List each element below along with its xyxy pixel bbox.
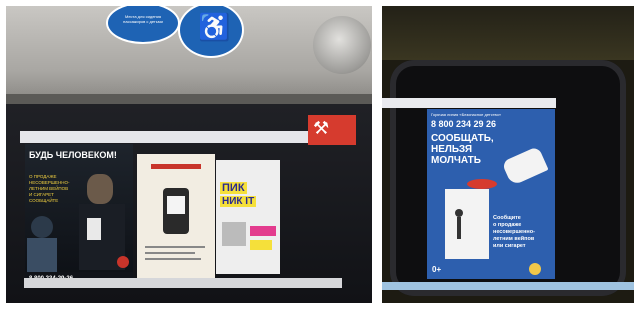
emergency-exit-sign: ⚒ <box>308 115 356 145</box>
age-rating: 0+ <box>432 265 442 274</box>
qr-code <box>222 222 246 246</box>
hammer-icon: ⚒ <box>313 118 330 138</box>
ceiling-edge <box>6 94 372 104</box>
boy-head <box>31 216 53 238</box>
priority-seat-sign-text: Места для сидения пассажиров с детьми <box>123 14 163 24</box>
poster-be-human-title: БУДЬ ЧЕЛОВЕКОМ! <box>29 150 117 160</box>
lower-rail <box>382 282 634 290</box>
poster-qr-phone-banner <box>151 164 201 169</box>
poster-rail <box>382 98 556 108</box>
poster-speak-up: Горячая линия «Безопасное детство» 8 800… <box>427 109 555 279</box>
poster-speak-up-body: Сообщите о продаже несовершенно- летним … <box>493 215 535 249</box>
poster-picnic-it-title-line2: НИК IT <box>220 196 257 207</box>
emblem-logo <box>117 256 129 268</box>
pink-block <box>250 226 276 236</box>
poster-picnic-it-title-line1: ПИК <box>220 182 247 194</box>
poster-speak-up-phone: 8 800 234 29 26 <box>431 119 497 129</box>
left-photo: Места для сидения пассажиров с детьми ♿ … <box>6 6 372 303</box>
yellow-block <box>250 240 272 250</box>
poster-be-human-lines: О ПРОДАЖЕ НЕСОВЕРШЕННО- ЛЕТНИМ ВЕЙПОВ И … <box>29 174 70 203</box>
poster-qr-phone <box>137 154 215 282</box>
text-line <box>145 252 195 254</box>
emblem-logo <box>529 263 541 275</box>
vape-box <box>87 218 101 240</box>
hand-icon <box>501 145 549 187</box>
speaker <box>313 16 371 74</box>
wall <box>382 6 634 60</box>
poster-speak-up-header: Горячая линия «Безопасное детство» <box>431 112 502 117</box>
poster-be-human: БУДЬ ЧЕЛОВЕКОМ! О ПРОДАЖЕ НЕСОВЕРШЕННО- … <box>25 144 133 288</box>
text-line <box>145 258 201 260</box>
smartphone-image <box>163 188 189 234</box>
goat-head <box>87 174 113 204</box>
text-line <box>145 246 205 248</box>
right-photo: Горячая линия «Безопасное детство» 8 800… <box>382 6 634 303</box>
poster-speak-up-headline: СООБЩАТЬ, НЕЛЬЗЯ МОЛЧАТЬ <box>431 133 494 166</box>
person-cane-icon: ♿ <box>198 12 231 42</box>
person-head-icon <box>455 209 463 217</box>
person-body-icon <box>457 217 461 239</box>
box-illustration <box>445 189 489 259</box>
poster-picnic-it: ПИК НИК IT <box>216 160 280 274</box>
qr-code <box>167 196 185 214</box>
lower-rail <box>24 278 342 288</box>
boy-body <box>27 238 57 272</box>
poster-rail <box>20 131 344 143</box>
red-button-icon <box>467 179 497 189</box>
